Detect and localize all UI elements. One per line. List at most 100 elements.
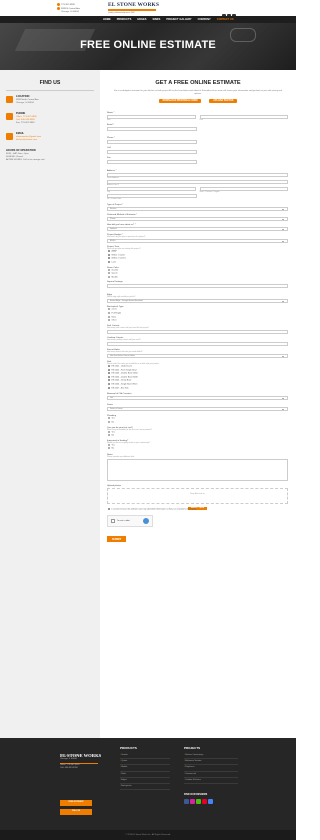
phone-line: Fax: 773-367-9993	[16, 122, 35, 124]
header-phone[interactable]: 773-367-9999	[61, 4, 75, 6]
hours-title: HOURS OF OPERATION	[6, 149, 36, 152]
nav-sinks[interactable]: SINKS	[149, 16, 163, 23]
radio-icon[interactable]	[108, 319, 110, 322]
time-option[interactable]: Later	[107, 260, 288, 265]
checkbox-icon[interactable]	[108, 508, 110, 510]
radio-icon[interactable]	[108, 312, 110, 314]
edge-select[interactable]: Eased Edge - Straight Eased Standard	[107, 299, 288, 304]
hours-line: AFTER HOURS: Call us to arrange visit	[6, 159, 45, 161]
instagram-icon[interactable]	[190, 799, 195, 804]
site-logo[interactable]: EL STONE WORKS Quality craftsmanship sin…	[108, 2, 163, 14]
houzz-icon[interactable]	[196, 799, 201, 804]
checkbox-icon[interactable]	[108, 372, 110, 375]
checkbox-icon[interactable]	[108, 364, 110, 367]
footer-social-title: FIND OUR REVIEWS	[184, 793, 208, 796]
nav-home[interactable]: HOME	[100, 16, 114, 23]
cooktop-input[interactable]	[107, 341, 288, 346]
footer-projects: PROJECTS Kitchen Countertops Bathroom Va…	[184, 746, 238, 785]
backsplash-option[interactable]: Other	[107, 319, 288, 323]
radio-icon[interactable]	[108, 434, 110, 437]
sealing-option[interactable]: No	[107, 447, 288, 451]
radio-icon[interactable]	[108, 315, 110, 318]
checkbox-icon[interactable]	[108, 383, 110, 385]
notes-textarea[interactable]	[107, 459, 288, 481]
phone-block: PHONE Office: 773-367-9999 Cell: 630-333…	[6, 112, 94, 125]
pinterest-icon[interactable]	[202, 799, 207, 804]
checkbox-icon[interactable]	[108, 260, 110, 263]
footer-link[interactable]: Backsplash	[120, 784, 170, 791]
heard-about-label: How did you hear about us? *	[107, 224, 136, 226]
estimate-section: GET A FREE ONLINE ESTIMATE For a no-obli…	[100, 70, 296, 738]
facebook-icon[interactable]	[184, 799, 189, 804]
recaptcha[interactable]: I'm not a robot	[107, 514, 153, 527]
budget-select[interactable]: $5000	[107, 239, 288, 243]
cell-label: Cell	[107, 147, 111, 149]
radio-icon[interactable]	[108, 308, 110, 311]
nav-edges[interactable]: EDGES	[134, 16, 149, 23]
nav-products[interactable]: PRODUCTS	[114, 16, 135, 23]
dropzone-text: Drop files here or	[190, 493, 205, 495]
captcha-checkbox[interactable]	[111, 518, 115, 523]
footer-call-button[interactable]: CALL US	[60, 809, 92, 815]
notes-sublabel: Please provide any additional info.	[107, 456, 135, 458]
footer-projects-title: PROJECTS	[184, 746, 201, 750]
page-title: FREE ONLINE ESTIMATE	[80, 39, 216, 51]
measure-option[interactable]: No	[107, 434, 288, 438]
plumbing-option[interactable]: No	[107, 420, 288, 425]
upload-photos-button[interactable]: UPLOAD PHOTOS	[209, 99, 238, 103]
street-sublabel: Street Address	[107, 177, 119, 179]
demo-label: Demo	[107, 404, 113, 407]
radio-icon[interactable]	[108, 275, 110, 278]
radio-icon[interactable]	[108, 443, 110, 446]
demo-select[interactable]: Select a Demo	[107, 407, 288, 412]
download-form-button[interactable]: DOWNLOAD PRINTABLE FORM	[158, 99, 202, 103]
checkbox-icon[interactable]	[108, 379, 110, 382]
submit-button[interactable]: SUBMIT	[107, 536, 127, 543]
location-block: LOCATION 3839 North Central Ave Chicago,…	[6, 95, 94, 105]
nav-project-gallery[interactable]: PROJECT GALLERY	[163, 16, 194, 23]
checkbox-icon[interactable]	[108, 375, 110, 378]
logo-text: EL STONE WORKS	[108, 2, 160, 8]
logo-tagline: Quality craftsmanship since 1982	[108, 12, 135, 14]
radio-icon[interactable]	[108, 268, 110, 271]
radio-icon[interactable]	[108, 430, 110, 433]
nav-contact-us[interactable]: CONTACT US	[214, 16, 237, 23]
nav-company[interactable]: COMPANY	[195, 16, 214, 23]
radio-icon[interactable]	[108, 447, 110, 450]
radio-icon[interactable]	[108, 417, 110, 420]
sink-option[interactable]: ES 0007 - Bar Sink	[107, 386, 288, 391]
square-footage-input[interactable]	[107, 284, 288, 289]
fax-input[interactable]	[107, 160, 197, 164]
upload-label: Upload photos	[107, 485, 122, 487]
heard-about-select[interactable]: Referral	[107, 227, 288, 231]
phone-input[interactable]	[107, 140, 197, 144]
footer-line[interactable]: Cell: 630-333-9999	[60, 767, 82, 770]
email-input[interactable]	[107, 127, 197, 131]
square-footage-label: Square Footage	[107, 281, 123, 284]
cell-input[interactable]	[107, 150, 197, 154]
checkbox-icon[interactable]	[108, 386, 110, 389]
file-dropzone[interactable]: Drop files here or SELECT FILES	[107, 488, 288, 510]
cooktop-sublabel: How many cooktop cutouts will you need?	[107, 338, 141, 341]
estimate-form: Name * First Last Email * Phone * Cell F…	[107, 112, 288, 545]
checkbox-icon[interactable]	[108, 250, 110, 252]
zip-sublabel: ZIP / Postal Code	[107, 198, 122, 200]
removal-select[interactable]: Yes	[107, 396, 288, 401]
footer-link[interactable]: Outdoor Kitchens	[184, 778, 238, 785]
color-option[interactable]: Marble	[107, 275, 288, 280]
footer-estimate-button[interactable]: FREE ESTIMATE	[60, 800, 92, 806]
project-type-select[interactable]: Kitchen	[107, 207, 288, 211]
footer-contact: 3839 North Central Ave Chicago, IL 60634…	[60, 755, 82, 770]
checkbox-icon[interactable]	[108, 257, 110, 260]
sink-cutouts-input[interactable]	[107, 329, 288, 334]
sidebar-title: FIND US	[39, 80, 61, 86]
location-line: Chicago, IL 60634	[16, 102, 34, 104]
email-link[interactable]: kitchen@elstone.com	[16, 139, 94, 142]
checkbox-icon[interactable]	[108, 368, 110, 371]
radio-icon[interactable]	[108, 272, 110, 275]
google-icon[interactable]	[208, 799, 213, 804]
radio-icon[interactable]	[108, 420, 110, 423]
faucet-select[interactable]: Not Sure/Select Faucet Holes	[107, 353, 288, 358]
estimate-method-select[interactable]: Phone	[107, 217, 288, 221]
checkbox-icon[interactable]	[108, 253, 110, 256]
